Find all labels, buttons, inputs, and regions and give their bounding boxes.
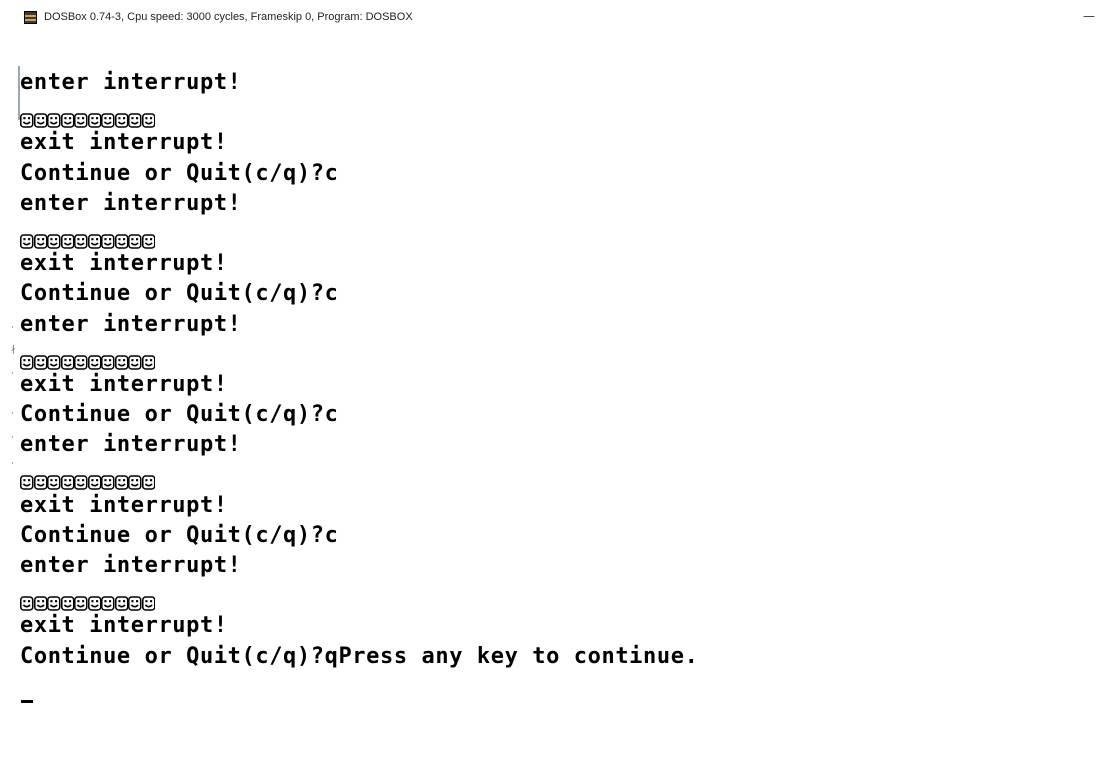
- smiley-face-icon: [114, 590, 129, 611]
- smiley-face-icon: [20, 228, 34, 249]
- smiley-face-icon: [47, 228, 61, 249]
- smiley-face-icon: [141, 469, 156, 491]
- console-line-faces: [20, 219, 1100, 249]
- smiley-row: [20, 219, 155, 249]
- console-line: enter interrupt!: [20, 70, 242, 95]
- smiley-face-icon: [60, 469, 75, 491]
- smiley-face-icon: [33, 349, 48, 370]
- edge-glyph: ·: [11, 323, 14, 333]
- smiley-face-icon: [74, 228, 88, 249]
- smiley-face-icon: [60, 590, 75, 611]
- console-line: Continue or Quit(c/q)?c: [20, 281, 339, 307]
- smiley-row: [20, 581, 155, 611]
- console-line: exit interrupt!: [20, 492, 228, 518]
- console-line: exit interrupt!: [20, 251, 228, 277]
- smiley-face-icon: [60, 107, 75, 128]
- smiley-face-icon: [141, 349, 156, 370]
- edge-glyph: ·: [11, 369, 14, 379]
- console-line-faces: [20, 581, 1100, 611]
- console-line: Continue or Quit(c/q)?c: [20, 402, 339, 428]
- edge-glyph: ·: [11, 433, 14, 443]
- smiley-face-icon: [60, 228, 75, 249]
- dosbox-window: ∤ · ∤ · · · · DOSBox 0.74-3, Cpu speed: …: [0, 0, 1110, 760]
- smiley-face-icon: [128, 349, 142, 370]
- smiley-face-icon: [101, 107, 115, 128]
- smiley-face-icon: [33, 590, 48, 611]
- smiley-face-icon: [87, 469, 102, 491]
- smiley-face-icon: [128, 469, 142, 491]
- smiley-face-icon: [101, 349, 115, 370]
- smiley-face-icon: [114, 228, 129, 249]
- smiley-face-icon: [101, 228, 115, 249]
- smiley-face-icon: [114, 349, 129, 370]
- console-line: Continue or Quit(c/q)?c: [20, 522, 339, 548]
- text-cursor: [21, 700, 33, 703]
- window-title: DOSBox 0.74-3, Cpu speed: 3000 cycles, F…: [44, 11, 413, 23]
- smiley-face-icon: [141, 107, 156, 128]
- console-line: enter interrupt!: [20, 311, 242, 337]
- smiley-face-icon: [128, 107, 142, 128]
- smiley-face-icon: [33, 228, 48, 249]
- smiley-face-icon: [128, 590, 142, 611]
- smiley-face-icon: [33, 469, 48, 491]
- smiley-face-icon: [33, 107, 48, 128]
- edge-glyph: ·: [11, 459, 14, 469]
- smiley-face-icon: [74, 107, 88, 128]
- smiley-face-icon: [141, 228, 156, 249]
- smiley-face-icon: [47, 469, 61, 491]
- smiley-face-icon: [20, 590, 34, 611]
- smiley-face-icon: [141, 590, 156, 611]
- left-edge-strip: ∤ · ∤ · · · ·: [0, 0, 20, 760]
- console-line: exit interrupt!: [20, 371, 228, 397]
- console-line: enter interrupt!: [20, 553, 242, 578]
- smiley-face-icon: [114, 107, 129, 128]
- smiley-row: [20, 98, 155, 128]
- smiley-face-icon: [101, 590, 115, 611]
- edge-glyph: ·: [11, 409, 14, 419]
- smiley-face-icon: [87, 228, 102, 249]
- smiley-face-icon: [87, 590, 102, 611]
- smiley-row: [20, 460, 156, 491]
- console-line: Continue or Quit(c/q)?qPress any key to …: [20, 643, 699, 669]
- console-output[interactable]: enter interrupt! exit interrupt! Continue …: [20, 68, 1100, 748]
- console-line-faces: [20, 98, 1100, 128]
- smiley-face-icon: [128, 228, 142, 249]
- smiley-face-icon: [60, 349, 75, 370]
- console-line: enter interrupt!: [20, 190, 242, 216]
- smiley-face-icon: [47, 107, 61, 128]
- console-line: enter interrupt!: [20, 432, 242, 458]
- dosbox-icon: [24, 11, 37, 24]
- smiley-face-icon: [74, 590, 88, 611]
- minimize-button[interactable]: —: [1074, 3, 1104, 29]
- smiley-face-icon: [20, 107, 34, 128]
- smiley-face-icon: [101, 469, 115, 491]
- smiley-face-icon: [47, 349, 61, 370]
- edge-glyph: ∤: [11, 345, 16, 355]
- smiley-face-icon: [20, 349, 34, 370]
- smiley-face-icon: [74, 469, 88, 491]
- smiley-face-icon: [47, 590, 61, 611]
- title-bar[interactable]: DOSBox 0.74-3, Cpu speed: 3000 cycles, F…: [0, 0, 1110, 36]
- smiley-face-icon: [87, 107, 102, 128]
- smiley-face-icon: [87, 349, 102, 370]
- console-line-faces: [20, 340, 1100, 370]
- console-line: Continue or Quit(c/q)?c: [20, 160, 339, 186]
- smiley-face-icon: [74, 349, 88, 370]
- smiley-row: [20, 340, 155, 370]
- console-line: exit interrupt!: [20, 130, 228, 156]
- console-line-faces: [20, 460, 1100, 491]
- smiley-face-icon: [114, 469, 129, 491]
- smiley-face-icon: [20, 469, 34, 491]
- console-line: exit interrupt!: [20, 613, 228, 639]
